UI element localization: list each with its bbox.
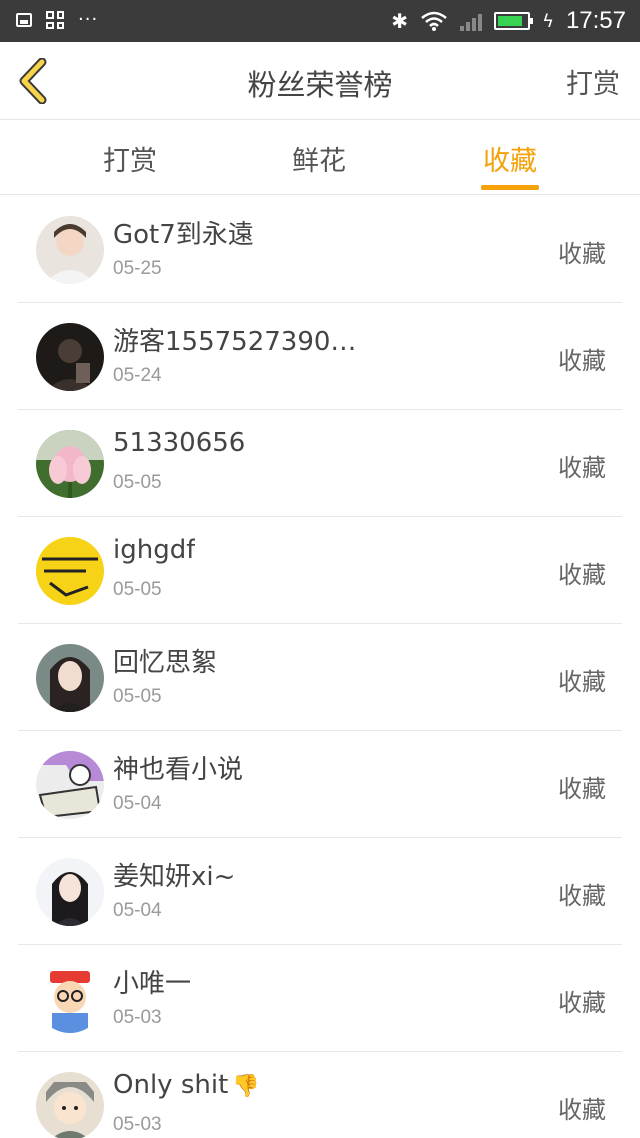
avatar[interactable] (36, 858, 104, 926)
avatar[interactable] (36, 1072, 104, 1138)
status-bar: ··· ✱ ϟ 17:57 (0, 0, 640, 42)
bluetooth-icon: ✱ (391, 9, 409, 33)
item-date: 05-25 (113, 258, 162, 279)
user-name: 回忆思絮 (113, 648, 218, 678)
item-date: 05-03 (113, 1114, 162, 1135)
avatar[interactable] (36, 430, 104, 498)
status-time: 17:57 (565, 7, 626, 34)
avatar[interactable] (36, 537, 104, 605)
avatar[interactable] (36, 751, 104, 819)
tab-flowers[interactable]: 鲜花 (259, 139, 379, 178)
item-date: 05-24 (113, 365, 162, 386)
fan-list: Got7到永遠 05-25 收藏 游客1557527390… 05-24 收藏 … (0, 196, 640, 1138)
list-item[interactable]: 神也看小说 05-04 收藏 (18, 731, 622, 838)
list-item[interactable]: Got7到永遠 05-25 收藏 (18, 196, 622, 303)
item-date: 05-05 (113, 686, 162, 707)
favorite-label: 收藏 (558, 668, 606, 696)
list-item[interactable]: Only shit 👎 05-03 收藏 (18, 1052, 622, 1138)
favorite-label: 收藏 (558, 1096, 606, 1124)
list-item[interactable]: ighgdf 05-05 收藏 (18, 517, 622, 624)
favorite-label: 收藏 (558, 561, 606, 589)
tab-bar: 打赏 鲜花 收藏 (0, 121, 640, 195)
favorite-label: 收藏 (558, 240, 606, 268)
list-item[interactable]: 小唯一 05-03 收藏 (18, 945, 622, 1052)
item-date: 05-05 (113, 472, 162, 493)
nav-bar: 粉丝荣誉榜 打赏 (0, 42, 640, 120)
charging-icon: ϟ (542, 10, 554, 32)
signal-icon (460, 11, 483, 31)
favorite-label: 收藏 (558, 454, 606, 482)
favorite-label: 收藏 (558, 989, 606, 1017)
tab-reward[interactable]: 打赏 (70, 139, 190, 178)
item-date: 05-03 (113, 1007, 162, 1028)
active-tab-indicator (481, 185, 539, 190)
avatar[interactable] (36, 644, 104, 712)
user-name: 51330656 (113, 428, 246, 458)
more-dots-icon: ··· (78, 9, 99, 30)
wifi-icon (421, 11, 447, 31)
list-item[interactable]: 51330656 05-05 收藏 (18, 410, 622, 517)
item-date: 05-05 (113, 579, 162, 600)
user-name: Got7到永遠 (113, 220, 254, 250)
grid-icon (46, 11, 64, 29)
user-name: 小唯一 (113, 969, 192, 999)
thumbs-down-icon: 👎 (232, 1074, 260, 1099)
reward-button[interactable]: 打赏 (566, 62, 620, 101)
battery-icon (494, 12, 534, 30)
favorite-label: 收藏 (558, 882, 606, 910)
avatar[interactable] (36, 965, 104, 1033)
favorite-label: 收藏 (558, 775, 606, 803)
gallery-icon (16, 13, 32, 27)
avatar[interactable] (36, 323, 104, 391)
list-item[interactable]: 回忆思絮 05-05 收藏 (18, 624, 622, 731)
item-date: 05-04 (113, 793, 162, 814)
user-name: 姜知妍xi~ (113, 862, 236, 892)
user-name: Only shit 👎 (113, 1070, 260, 1100)
user-name: ighgdf (113, 535, 196, 565)
user-name: 游客1557527390… (113, 327, 357, 357)
list-item[interactable]: 姜知妍xi~ 05-04 收藏 (18, 838, 622, 945)
favorite-label: 收藏 (558, 347, 606, 375)
list-item[interactable]: 游客1557527390… 05-24 收藏 (18, 303, 622, 410)
avatar[interactable] (36, 216, 104, 284)
user-name: 神也看小说 (113, 755, 244, 785)
tab-favorites[interactable]: 收藏 (450, 139, 570, 178)
page-title: 粉丝荣誉榜 (247, 68, 393, 102)
item-date: 05-04 (113, 900, 162, 921)
